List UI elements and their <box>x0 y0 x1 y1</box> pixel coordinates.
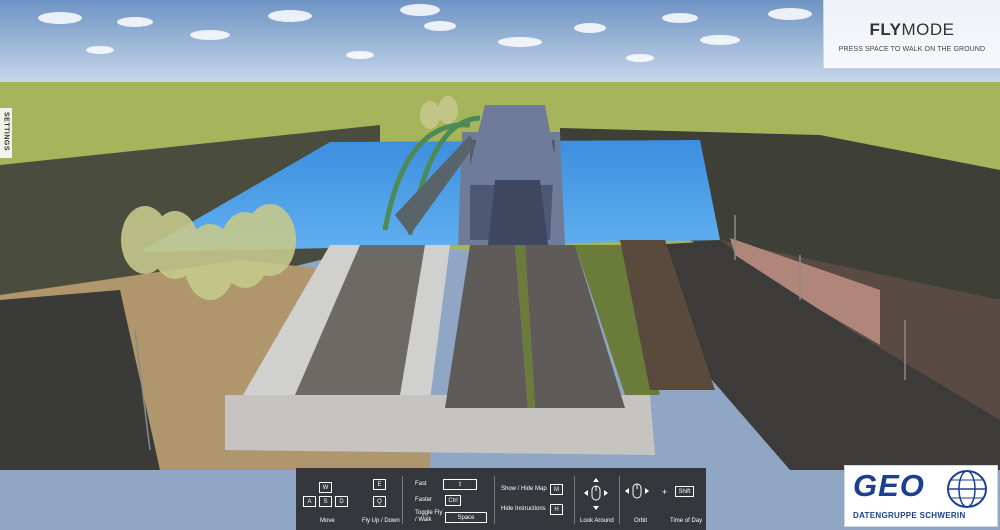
key-shift: Shift <box>675 486 694 497</box>
globe-icon <box>947 470 987 508</box>
show-hide-map-label: Show / Hide Map <box>501 486 547 492</box>
key-e: E <box>373 479 386 490</box>
fly-mode-panel: FLYMODE PRESS SPACE TO WALK ON THE GROUN… <box>823 0 1000 69</box>
move-label: Move <box>320 518 335 524</box>
separator <box>619 476 620 524</box>
logo-subtitle: DATENGRUPPE SCHWERIN <box>853 511 966 520</box>
fast-label: Fast <box>415 481 427 487</box>
key-h: H <box>550 504 563 515</box>
key-w: W <box>319 482 332 493</box>
orbit-plus: + <box>662 487 668 497</box>
faster-label: Faster <box>415 497 433 503</box>
key-space: Space <box>445 512 487 523</box>
hide-instructions-label: Hide Instructions <box>501 506 546 512</box>
fly-mode-title: FLYMODE <box>869 20 955 39</box>
key-ctrl: Ctrl <box>445 495 461 506</box>
look-around-label: Look Around <box>580 518 614 524</box>
key-shift-arrow: ⇧ <box>443 479 477 490</box>
key-s: S <box>319 496 332 507</box>
key-d: D <box>335 496 348 507</box>
key-a: A <box>303 496 316 507</box>
orbit-icon <box>625 483 649 499</box>
key-m: M <box>550 484 563 495</box>
settings-tab[interactable]: SETTINGS <box>0 108 12 158</box>
fly-mode-hint: PRESS SPACE TO WALK ON THE GROUND <box>838 46 986 53</box>
time-of-day-label: Time of Day <box>670 518 703 524</box>
separator <box>574 476 575 524</box>
controls-panel: W A S D Move E Q Fly Up / Down Fast ⇧ Fa… <box>296 468 706 530</box>
orbit-label: Orbit <box>634 518 648 524</box>
separator <box>402 476 403 524</box>
fly-label: Fly Up / Down <box>362 518 400 524</box>
settings-tab-label: SETTINGS <box>2 111 10 151</box>
3d-viewport[interactable] <box>0 0 1000 530</box>
separator <box>494 476 495 524</box>
key-q: Q <box>373 496 386 507</box>
logo-text: GEO <box>853 468 925 503</box>
geo-logo: GEO DATENGRUPPE SCHWERIN <box>844 465 998 527</box>
track-bed-left <box>445 245 528 408</box>
toggle-label: Toggle Fly / Walk <box>415 510 443 523</box>
look-around-icon <box>584 478 608 510</box>
